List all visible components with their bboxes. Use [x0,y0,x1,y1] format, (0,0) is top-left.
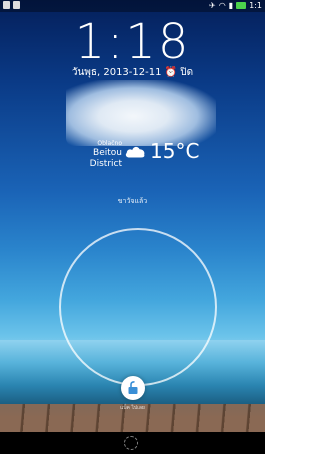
notification-file-icon [3,1,10,9]
notification-icons [3,1,20,9]
date-text: วันพุธ, 2013-12-11 [71,67,162,78]
weather-cloud-image [66,80,216,146]
notification-image-icon [13,1,20,9]
battery-icon [236,2,247,9]
cloud-icon [125,146,145,158]
lockscreen-date: วันพุธ, 2013-12-11 ⏰ ปิด [0,67,265,79]
owner-message: ขาวัจแล้ว [117,197,148,205]
alarm-icon: ⏰ [164,67,178,78]
unlock-hint: แบ็ค ไปเลย [120,405,145,411]
alarm-label: ปิด [180,67,194,78]
bluetooth-icon: ✈ [209,1,216,10]
weather-location: Beitou District [89,148,122,169]
lock-screen: ✈ ◠ ▮ 1:1 1:18 วันพุธ, 2013-12-11 ⏰ ปิด … [0,0,265,454]
weather-condition: Oblačno [97,140,122,147]
lockscreen-clock: 1:18 [74,14,191,70]
wifi-icon: ◠ [218,1,226,10]
weather-widget[interactable]: Oblačno Beitou District 15°C [62,139,212,169]
unlock-button[interactable] [121,376,145,400]
weather-temperature: 15°C [150,139,200,163]
system-icons: ✈ ◠ ▮ 1:1 [209,1,262,10]
status-time: 1:1 [249,1,262,10]
home-indicator-icon[interactable] [124,436,138,450]
padlock-open-icon [128,381,138,394]
status-bar: ✈ ◠ ▮ 1:1 [0,0,265,12]
unlock-ring[interactable] [59,228,217,386]
signal-icon: ▮ [228,1,234,10]
